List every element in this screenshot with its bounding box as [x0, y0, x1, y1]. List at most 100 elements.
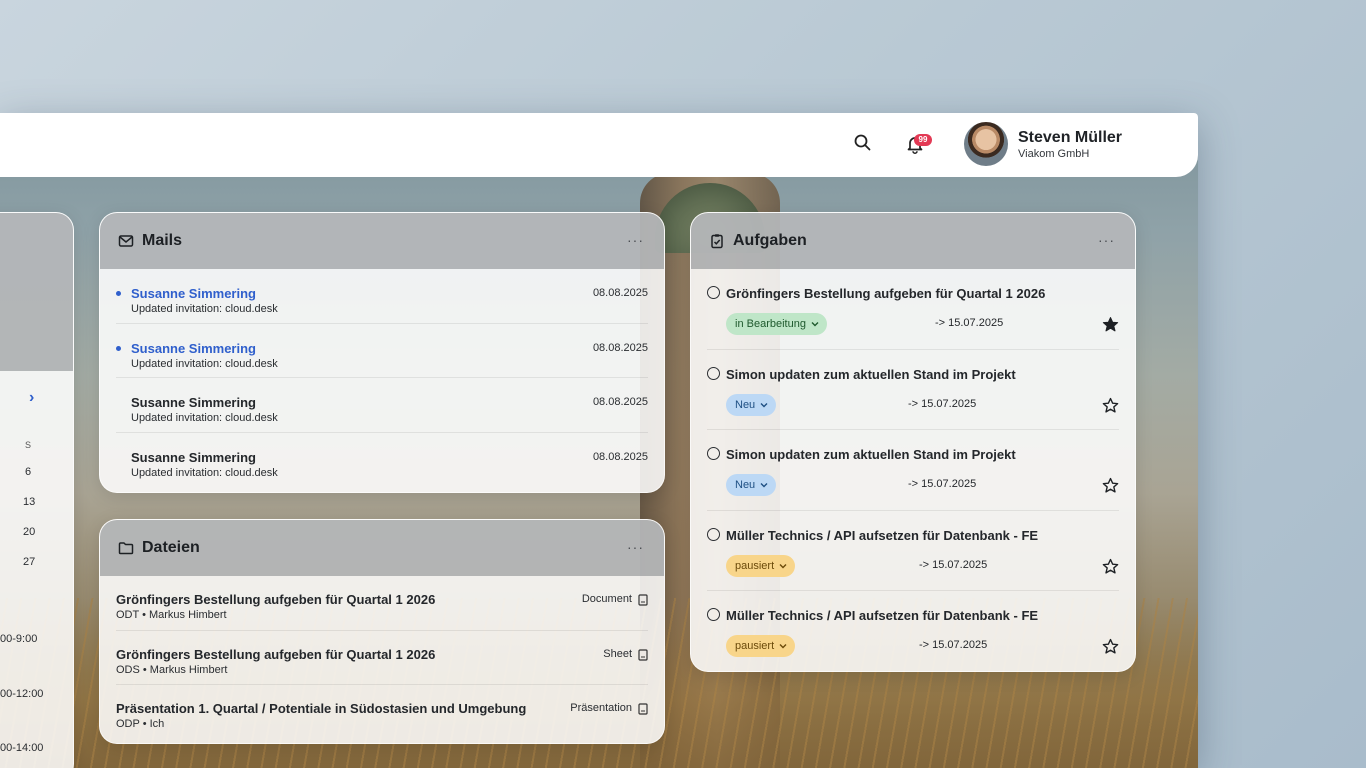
calendar-next-icon[interactable]: ›	[29, 389, 34, 407]
mail-subject: Updated invitation: cloud.desk	[131, 303, 278, 315]
task-due-date: -> 15.07.2025	[919, 639, 988, 651]
mails-more-icon[interactable]: ···	[627, 232, 644, 248]
notification-badge: 99	[914, 134, 932, 146]
chevron-down-icon	[760, 483, 768, 488]
task-due-date: -> 15.07.2025	[908, 478, 977, 490]
mail-date: 08.08.2025	[592, 450, 648, 463]
task-checkbox[interactable]	[707, 527, 720, 541]
file-icon	[638, 648, 648, 661]
task-item: Simon updaten zum aktuellen Stand im Pro…	[707, 350, 1119, 430]
file-name: Präsentation 1. Quartal / Potentiale in …	[116, 701, 527, 716]
file-icon	[638, 702, 648, 715]
mail-date: 08.08.2025	[592, 287, 648, 299]
task-title[interactable]: Müller Technics / API aufsetzen für Date…	[726, 608, 1038, 623]
envelope-icon	[118, 233, 134, 249]
task-status-label: pausiert	[735, 640, 775, 652]
user-company: Viakom GmbH	[1018, 148, 1090, 160]
task-checkbox[interactable]	[707, 608, 720, 621]
task-list: Grönfingers Bestellung aufgeben für Quar…	[691, 269, 1135, 671]
file-type: Document	[581, 593, 632, 605]
calendar-slot-time: 00-9:00	[0, 633, 38, 645]
task-due-date: -> 15.07.2025	[935, 317, 1004, 329]
calendar-weekday: S	[25, 440, 32, 450]
mail-sender: Susanne Simmering	[131, 286, 256, 301]
task-status-dropdown[interactable]: Neu	[726, 474, 777, 496]
mail-date: 08.08.2025	[592, 341, 648, 354]
file-item[interactable]: Grönfingers Bestellung aufgeben für Quar…	[116, 576, 648, 631]
task-checkbox[interactable]	[707, 286, 720, 299]
mail-item[interactable]: Susanne Simmering Updated invitation: cl…	[116, 269, 648, 324]
task-item: Simon updaten zum aktuellen Stand im Pro…	[707, 430, 1119, 511]
star-outline-icon[interactable]	[1102, 477, 1119, 494]
mail-item[interactable]: Susanne Simmering Updated invitation: cl…	[116, 433, 648, 488]
folder-icon	[118, 540, 134, 556]
mail-sender: Susanne Simmering	[131, 449, 256, 465]
calendar-day[interactable]: 6	[25, 466, 31, 478]
task-checkbox[interactable]	[707, 366, 720, 380]
mail-subject: Updated invitation: cloud.desk	[131, 357, 278, 370]
task-title[interactable]: Simon updaten zum aktuellen Stand im Pro…	[726, 367, 1016, 382]
calendar-card	[0, 212, 74, 768]
chevron-down-icon	[811, 322, 819, 327]
task-status-dropdown[interactable]: pausiert	[726, 554, 796, 577]
chevron-down-icon	[779, 563, 787, 568]
star-outline-icon[interactable]	[1102, 638, 1119, 655]
user-name: Steven Müller	[1018, 129, 1123, 146]
task-title[interactable]: Simon updaten zum aktuellen Stand im Pro…	[726, 447, 1016, 462]
mails-header: Mails ···	[100, 213, 664, 269]
tasks-card: Aufgaben ··· Grönfingers Bestellung aufg…	[690, 212, 1136, 672]
mail-date: 08.08.2025	[592, 396, 648, 408]
file-item[interactable]: Grönfingers Bestellung aufgeben für Quar…	[116, 631, 648, 685]
task-status-dropdown[interactable]: pausiert	[726, 635, 796, 657]
task-item: Müller Technics / API aufsetzen für Date…	[707, 511, 1119, 591]
calendar-day[interactable]: 20	[23, 526, 35, 538]
task-title[interactable]: Müller Technics / API aufsetzen für Date…	[726, 528, 1038, 543]
star-outline-icon[interactable]	[1102, 397, 1119, 414]
calendar-header	[0, 213, 73, 371]
task-item: Müller Technics / API aufsetzen für Date…	[707, 591, 1119, 671]
file-meta: ODP • Ich	[116, 718, 165, 730]
unread-dot-icon	[116, 345, 121, 351]
task-due-date: -> 15.07.2025	[919, 558, 988, 571]
task-title[interactable]: Grönfingers Bestellung aufgeben für Quar…	[726, 286, 1045, 301]
files-title: Dateien	[142, 539, 200, 556]
files-card: Dateien ··· Grönfingers Bestellung aufge…	[99, 519, 665, 744]
mails-title: Mails	[142, 232, 183, 249]
file-type: Präsentation	[570, 702, 632, 714]
file-item[interactable]: Präsentation 1. Quartal / Potentiale in …	[116, 685, 648, 740]
file-type: Sheet	[603, 647, 632, 660]
tasks-more-icon[interactable]: ···	[1098, 232, 1115, 248]
task-status-dropdown[interactable]: in Bearbeitung	[726, 313, 827, 335]
mail-list: Susanne Simmering Updated invitation: cl…	[100, 269, 664, 487]
tasks-header: Aufgaben ···	[691, 213, 1135, 269]
chevron-down-icon	[760, 402, 768, 407]
file-name: Grönfingers Bestellung aufgeben für Quar…	[116, 646, 436, 662]
star-filled-icon[interactable]	[1102, 316, 1119, 333]
calendar-slot-time: 00-12:00	[0, 688, 44, 700]
task-item: Grönfingers Bestellung aufgeben für Quar…	[707, 269, 1119, 350]
avatar[interactable]	[964, 122, 1008, 166]
mail-subject: Updated invitation: cloud.desk	[131, 412, 278, 424]
task-checkbox[interactable]	[707, 447, 720, 460]
task-status-dropdown[interactable]: Neu	[726, 393, 777, 416]
tasks-title: Aufgaben	[733, 232, 807, 249]
task-status-label: Neu	[735, 398, 756, 411]
calendar-day[interactable]: 13	[23, 496, 35, 508]
task-status-label: in Bearbeitung	[735, 318, 806, 330]
chevron-down-icon	[779, 644, 787, 649]
mail-item[interactable]: Susanne Simmering Updated invitation: cl…	[116, 324, 648, 378]
file-meta: ODS • Markus Himbert	[116, 663, 228, 676]
mail-item[interactable]: Susanne Simmering Updated invitation: cl…	[116, 378, 648, 433]
star-outline-icon[interactable]	[1102, 558, 1119, 575]
files-more-icon[interactable]: ···	[627, 539, 644, 555]
file-meta: ODT • Markus Himbert	[116, 609, 227, 621]
clipboard-check-icon	[709, 233, 725, 249]
file-icon	[638, 593, 648, 606]
file-name: Grönfingers Bestellung aufgeben für Quar…	[116, 592, 436, 607]
search-icon[interactable]	[853, 133, 873, 153]
mail-sender: Susanne Simmering	[131, 395, 256, 410]
unread-dot-icon	[116, 291, 121, 296]
mail-subject: Updated invitation: cloud.desk	[131, 466, 278, 479]
calendar-day[interactable]: 27	[23, 556, 35, 568]
calendar-slot-time: 00-14:00	[0, 742, 44, 754]
